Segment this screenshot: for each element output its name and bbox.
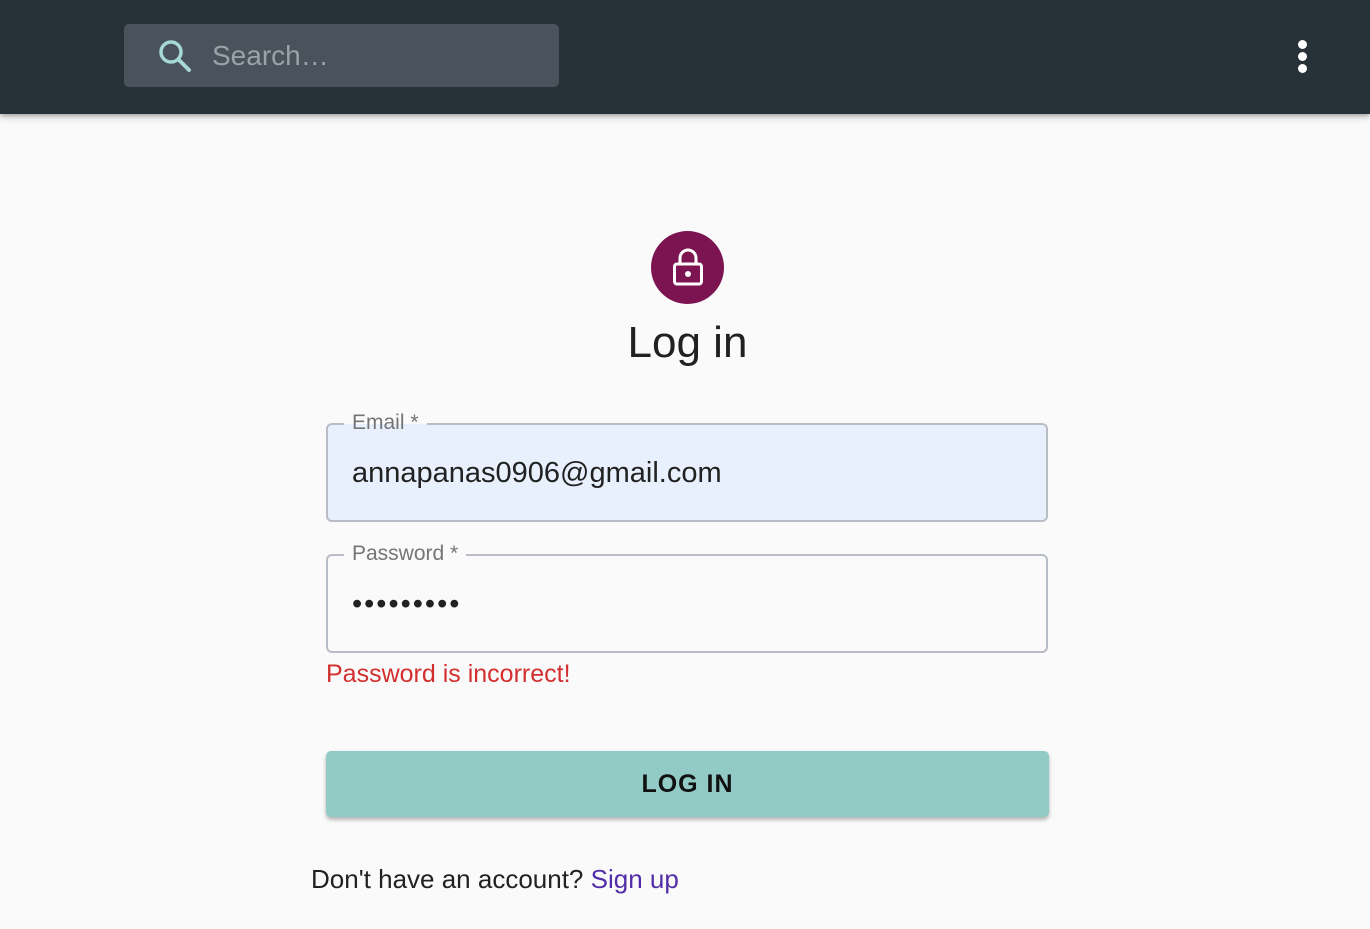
more-vert-icon-dot-3 bbox=[1298, 64, 1307, 73]
email-field[interactable]: Email * bbox=[326, 410, 1048, 522]
email-input[interactable] bbox=[352, 425, 1022, 522]
signup-prompt: Don't have an account? Sign up bbox=[311, 864, 679, 895]
password-error-message: Password is incorrect! bbox=[326, 660, 571, 688]
more-vert-icon-dot-1 bbox=[1298, 40, 1307, 49]
signup-prompt-text: Don't have an account? bbox=[311, 864, 584, 894]
search-input[interactable] bbox=[212, 24, 552, 87]
more-vert-icon-dot-2 bbox=[1298, 52, 1307, 61]
password-input[interactable] bbox=[352, 556, 1022, 653]
lock-icon bbox=[673, 248, 703, 286]
page-title: Log in bbox=[627, 318, 748, 367]
app-bar bbox=[0, 0, 1370, 114]
search-icon bbox=[159, 40, 191, 72]
signup-link[interactable]: Sign up bbox=[591, 864, 679, 894]
password-field[interactable]: Password * bbox=[326, 541, 1048, 653]
more-menu-button[interactable] bbox=[1283, 30, 1323, 82]
lock-avatar bbox=[651, 231, 724, 304]
login-button[interactable]: LOG IN bbox=[326, 751, 1049, 817]
